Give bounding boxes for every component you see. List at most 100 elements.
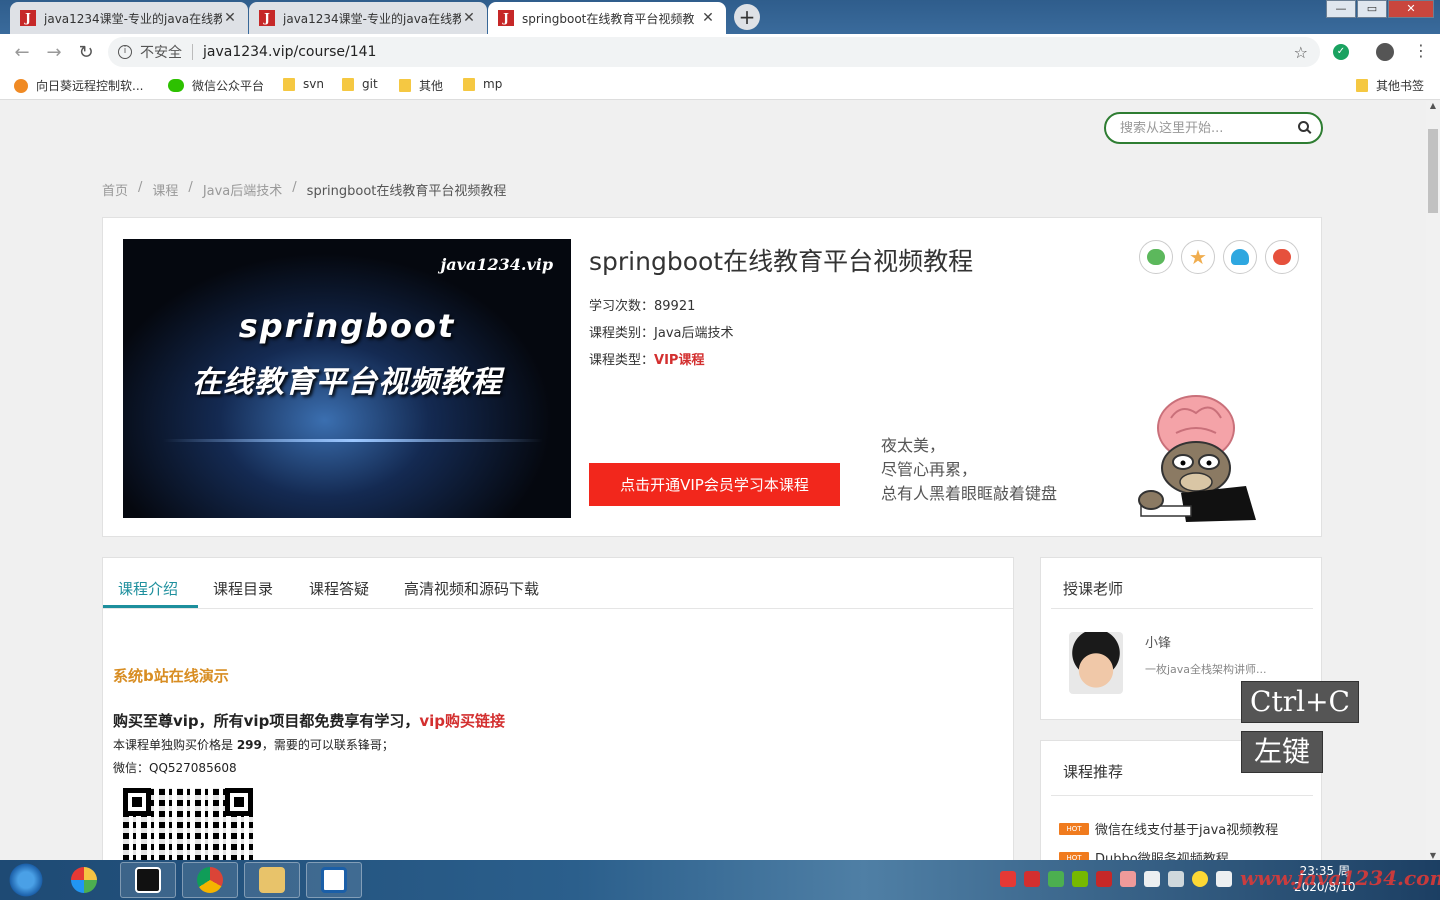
new-tab-button[interactable]: + bbox=[734, 4, 760, 30]
recommended-course-item[interactable]: HOT Dubbo微服务视频教程 bbox=[1059, 848, 1229, 860]
type-label: 课程类型： bbox=[589, 353, 655, 368]
volume-icon[interactable] bbox=[1216, 871, 1232, 887]
category-row: 课程类别：Java后端技术 bbox=[589, 322, 733, 341]
browser-tab-2[interactable]: J java1234课堂-专业的java在线教 ✕ bbox=[249, 2, 487, 34]
tab-course-qa[interactable]: 课程答疑 bbox=[309, 578, 369, 599]
taskbar-app-pinwheel[interactable] bbox=[56, 862, 112, 898]
nvidia-icon[interactable] bbox=[1072, 871, 1088, 887]
site-search bbox=[1104, 112, 1323, 144]
breadcrumb-home[interactable]: 首页 bbox=[102, 180, 128, 199]
browser-tab-strip: J java1234课堂-专业的java在线教 ✕ J java1234课堂-专… bbox=[0, 0, 1440, 34]
bookmark-wechat-mp[interactable]: 微信公众平台 bbox=[168, 77, 264, 94]
bookmark-star-icon[interactable]: ☆ bbox=[1294, 43, 1308, 62]
address-bar[interactable]: i 不安全 java1234.vip/course/141 ☆ bbox=[108, 37, 1320, 67]
taskbar-app-explorer[interactable] bbox=[244, 862, 300, 898]
input-mode-icon[interactable] bbox=[1024, 871, 1040, 887]
taskbar-app-recorder[interactable] bbox=[306, 862, 362, 898]
quote-line: 尽管心再累， bbox=[881, 460, 978, 479]
scroll-down-arrow-icon[interactable]: ▼ bbox=[1426, 851, 1440, 860]
reload-button[interactable]: ↻ bbox=[70, 42, 102, 63]
recommended-course-item[interactable]: HOT 微信在线支付基于java视频教程 bbox=[1059, 819, 1278, 838]
tab-close-icon[interactable]: ✕ bbox=[461, 10, 477, 26]
teacher-name[interactable]: 小锋 bbox=[1145, 632, 1171, 651]
tray-arrow-icon[interactable] bbox=[1192, 871, 1208, 887]
tab-video-source-download[interactable]: 高清视频和源码下载 bbox=[404, 578, 539, 599]
study-count-row: 学习次数：89921 bbox=[589, 295, 695, 314]
scrollbar-thumb[interactable] bbox=[1428, 129, 1438, 213]
study-count-value: 89921 bbox=[654, 299, 696, 314]
security-shield-icon[interactable] bbox=[1048, 871, 1064, 887]
other-bookmarks[interactable]: 其他书签 bbox=[1356, 77, 1424, 94]
tray-document-icon[interactable] bbox=[1144, 871, 1160, 887]
address-url[interactable]: java1234.vip/course/141 bbox=[203, 44, 376, 60]
security-label[interactable]: 不安全 bbox=[140, 42, 182, 62]
site-watermark: www.java1234.com bbox=[1240, 866, 1440, 890]
window-close-button[interactable]: ✕ bbox=[1388, 0, 1434, 18]
price-value: 299 bbox=[236, 738, 262, 752]
browser-tab-3-active[interactable]: J springboot在线教育平台视频教 ✕ bbox=[488, 2, 726, 34]
sogou-input-icon[interactable] bbox=[1000, 871, 1016, 887]
taskbar-app-intellij[interactable] bbox=[120, 862, 176, 898]
bookmark-sunlogin[interactable]: 向日葵远程控制软... bbox=[14, 77, 143, 94]
file-explorer-icon bbox=[259, 867, 285, 893]
bookmark-label: mp bbox=[483, 77, 503, 91]
teacher-heading: 授课老师 bbox=[1063, 580, 1124, 598]
page-scrollbar[interactable]: ▲ ▼ bbox=[1426, 101, 1440, 860]
bookmark-label: 其他书签 bbox=[1376, 79, 1425, 93]
teacher-avatar[interactable] bbox=[1069, 632, 1123, 694]
profile-icon[interactable] bbox=[1376, 43, 1394, 61]
bookmark-label: 向日葵远程控制软... bbox=[36, 79, 144, 93]
minimize-button[interactable]: — bbox=[1326, 0, 1356, 18]
wechat-share-button[interactable] bbox=[1139, 240, 1173, 274]
folder-icon bbox=[283, 77, 295, 91]
windows-start-icon[interactable] bbox=[6, 862, 46, 898]
tab-course-intro[interactable]: 课程介绍 bbox=[118, 578, 178, 599]
recommended-course-title[interactable]: Dubbo微服务视频教程 bbox=[1095, 848, 1229, 860]
weibo-share-button[interactable] bbox=[1265, 240, 1299, 274]
qr-finder-pattern bbox=[225, 788, 253, 816]
taskbar-app-chrome[interactable] bbox=[182, 862, 238, 898]
browser-menu-icon[interactable]: ⋮ bbox=[1413, 41, 1429, 60]
bookmark-svn[interactable]: svn bbox=[283, 77, 324, 91]
category-label: 课程类别： bbox=[589, 326, 655, 341]
app-s-icon[interactable] bbox=[1096, 871, 1112, 887]
bookmark-git[interactable]: git bbox=[342, 77, 378, 91]
extension-icon[interactable]: ✓ bbox=[1333, 44, 1349, 60]
favorite-share-icon: ★ bbox=[1189, 245, 1207, 269]
tab-close-icon[interactable]: ✕ bbox=[222, 10, 238, 26]
tab-course-catalog[interactable]: 课程目录 bbox=[213, 578, 273, 599]
maximize-button[interactable]: ▭ bbox=[1357, 0, 1387, 18]
folder-icon bbox=[342, 77, 354, 91]
tab-close-icon[interactable]: ✕ bbox=[700, 10, 716, 26]
mouse-action-overlay: 左键 bbox=[1241, 731, 1323, 773]
vip-promo-text: 购买至尊vip，所有vip项目都免费享有学习， bbox=[113, 712, 420, 730]
search-input[interactable] bbox=[1120, 120, 1290, 136]
tray-flower-icon[interactable] bbox=[1120, 871, 1136, 887]
tab-title: java1234课堂-专业的java在线教 bbox=[283, 11, 461, 26]
teacher-description: 一枚java全栈架构讲师... bbox=[1145, 663, 1267, 676]
browser-tab-1[interactable]: J java1234课堂-专业的java在线教 ✕ bbox=[10, 2, 248, 34]
qq-share-button[interactable] bbox=[1223, 240, 1257, 274]
info-icon[interactable]: i bbox=[118, 45, 132, 59]
back-button[interactable]: ← bbox=[6, 42, 38, 63]
bookmark-other[interactable]: 其他 bbox=[399, 77, 443, 94]
breadcrumb-category[interactable]: Java后端技术 bbox=[203, 180, 282, 199]
scroll-up-arrow-icon[interactable]: ▲ bbox=[1426, 101, 1440, 110]
search-icon[interactable] bbox=[1298, 121, 1309, 132]
system-tray bbox=[1000, 871, 1240, 887]
course-title: springboot在线教育平台视频教程 bbox=[589, 247, 974, 276]
network-icon[interactable] bbox=[1168, 871, 1184, 887]
vip-purchase-link[interactable]: vip购买链接 bbox=[419, 712, 505, 730]
favorite-share-button[interactable]: ★ bbox=[1181, 240, 1215, 274]
wechat-icon bbox=[168, 79, 184, 92]
recommended-course-title[interactable]: 微信在线支付基于java视频教程 bbox=[1095, 819, 1278, 838]
address-divider bbox=[192, 44, 193, 60]
bookmark-mp[interactable]: mp bbox=[463, 77, 502, 91]
breadcrumb-courses[interactable]: 课程 bbox=[152, 180, 178, 199]
intellij-icon bbox=[135, 867, 161, 893]
forward-button[interactable]: → bbox=[38, 42, 70, 63]
price-prefix: 本课程单独购买价格是 bbox=[113, 738, 237, 752]
bookmarks-bar: 向日葵远程控制软... 微信公众平台 svn git 其他 mp 其他书签 bbox=[0, 70, 1440, 100]
open-vip-button[interactable]: 点击开通VIP会员学习本课程 bbox=[589, 463, 840, 506]
hot-badge-icon: HOT bbox=[1059, 851, 1089, 860]
